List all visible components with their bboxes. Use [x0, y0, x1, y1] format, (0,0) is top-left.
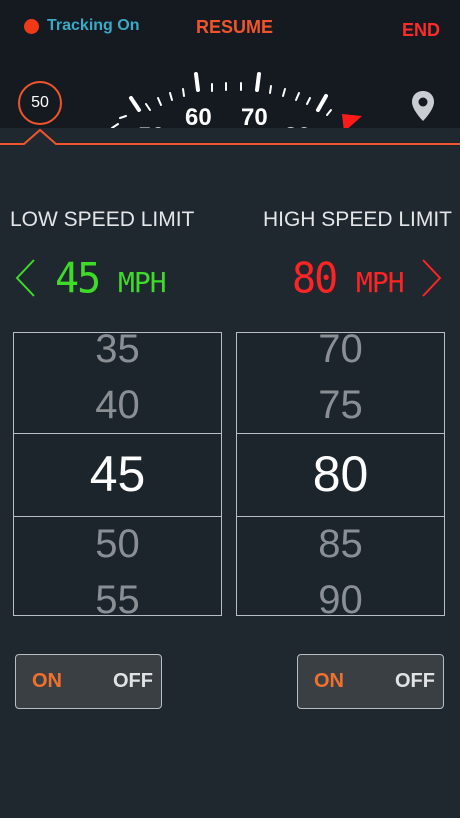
high-limit-increase-chevron-right-icon[interactable]: [421, 258, 443, 298]
high-picker-option[interactable]: 75: [237, 383, 444, 428]
low-limit-decrease-chevron-left-icon[interactable]: [14, 258, 36, 298]
high-limit-value: 80: [292, 254, 338, 304]
high-toggle-on-label[interactable]: ON: [314, 670, 344, 693]
picker-selection-line-top: [14, 433, 221, 434]
high-picker-option[interactable]: 70: [237, 333, 444, 372]
low-picker-selected-option[interactable]: 45: [14, 445, 221, 503]
low-limit-on-off-toggle[interactable]: ON OFF: [15, 654, 162, 709]
picker-selection-line-bottom: [14, 516, 221, 517]
low-limit-picker[interactable]: 35 40 45 50 55: [13, 332, 222, 616]
dial-label-60: 60: [185, 104, 212, 131]
end-button[interactable]: END: [402, 20, 440, 41]
high-limit-picker[interactable]: 70 75 80 85 90: [236, 332, 445, 616]
low-speed-limit-title: LOW SPEED LIMIT: [10, 208, 195, 231]
current-speed-badge[interactable]: 50: [18, 81, 62, 125]
high-toggle-off-label[interactable]: OFF: [395, 670, 435, 693]
recording-dot-icon: [24, 18, 39, 34]
low-picker-option[interactable]: 40: [14, 383, 221, 428]
low-toggle-off-label[interactable]: OFF: [113, 670, 153, 693]
low-picker-option[interactable]: 55: [14, 578, 221, 615]
high-speed-limit-title: HIGH SPEED LIMIT: [262, 208, 452, 231]
resume-button[interactable]: RESUME: [196, 17, 273, 38]
top-bar: Tracking On RESUME END: [0, 0, 460, 58]
low-picker-option[interactable]: 35: [14, 333, 221, 372]
high-limit-on-off-toggle[interactable]: ON OFF: [297, 654, 444, 709]
high-picker-option[interactable]: 90: [237, 578, 444, 615]
high-picker-option[interactable]: 85: [237, 522, 444, 567]
speed-divider: [0, 128, 460, 148]
tracking-status: Tracking On: [24, 17, 139, 35]
dial-label-70: 70: [241, 104, 268, 131]
low-limit-unit: MPH: [118, 266, 167, 299]
low-picker-option[interactable]: 50: [14, 522, 221, 567]
picker-selection-line-top: [237, 433, 444, 434]
low-toggle-on-label[interactable]: ON: [32, 670, 62, 693]
high-limit-unit: MPH: [356, 266, 405, 299]
picker-selection-line-bottom: [237, 516, 444, 517]
low-limit-value: 45: [55, 254, 101, 304]
location-pin-icon[interactable]: [410, 90, 436, 122]
high-picker-selected-option[interactable]: 80: [237, 445, 444, 503]
tracking-label: Tracking On: [47, 17, 140, 34]
